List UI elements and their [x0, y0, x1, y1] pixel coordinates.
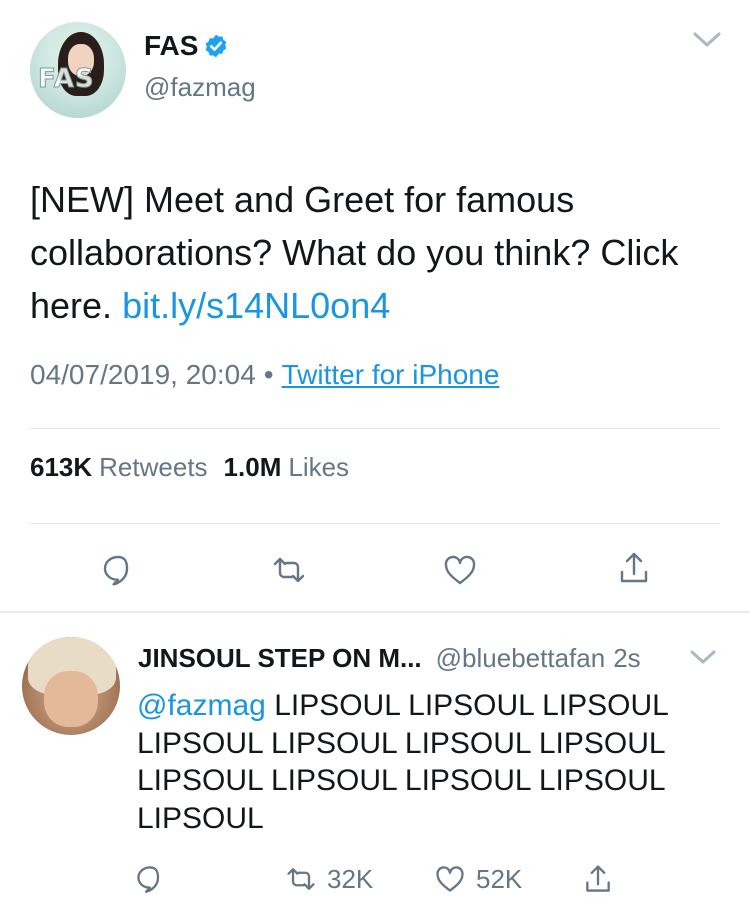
reply-header: JINSOUL STEP ON M... @bluebettafan 2s: [138, 643, 641, 674]
author-handle[interactable]: @fazmag: [144, 72, 256, 103]
reply-like-button[interactable]: 52K: [434, 863, 522, 895]
reply-icon: [137, 866, 160, 893]
reply-retweet-button[interactable]: 32K: [285, 863, 373, 895]
divider: [30, 428, 720, 429]
reply-avatar[interactable]: [22, 637, 120, 735]
main-tweet: FAS FAS @fazmag [NEW] Meet and Greet for…: [0, 0, 750, 612]
reply-text: @fazmag LIPSOUL LIPSOUL LIPSOUL LIPSOUL …: [137, 687, 727, 837]
retweet-icon: [287, 868, 315, 890]
reply-reply-button[interactable]: [134, 863, 166, 895]
reply-tweet[interactable]: JINSOUL STEP ON M... @bluebettafan 2s @f…: [0, 613, 750, 920]
reply-mention[interactable]: @fazmag: [137, 689, 266, 722]
retweet-icon[interactable]: [271, 552, 307, 588]
chevron-down-icon[interactable]: [690, 649, 716, 667]
meta-separator: •: [263, 359, 274, 390]
reply-handle[interactable]: @bluebettafan: [436, 643, 606, 674]
avatar[interactable]: FAS: [30, 22, 126, 118]
reply-icon[interactable]: [100, 552, 136, 588]
likes-label[interactable]: Likes: [288, 452, 349, 483]
tweet-timestamp: 04/07/2019, 20:04: [30, 359, 256, 390]
tweet-link[interactable]: bit.ly/s14NL0on4: [122, 285, 390, 326]
reply-retweet-count: 32K: [327, 863, 374, 894]
likes-count[interactable]: 1.0M: [224, 452, 282, 483]
share-icon: [586, 865, 610, 892]
author-name-row[interactable]: FAS: [144, 30, 229, 62]
reply-like-count: 52K: [476, 863, 523, 894]
reply-time: 2s: [613, 643, 641, 673]
retweets-label[interactable]: Retweets: [99, 452, 207, 483]
avatar-logo-text: FAS: [38, 64, 95, 95]
tweet-stats: 613K Retweets 1.0M Likes: [30, 452, 365, 483]
tweet-source-link[interactable]: Twitter for iPhone: [282, 359, 500, 391]
retweets-count[interactable]: 613K: [30, 452, 92, 483]
heart-icon: [436, 866, 464, 892]
avatar-face: [44, 671, 98, 727]
chevron-down-icon[interactable]: [693, 30, 721, 50]
verified-badge-icon: [206, 34, 227, 58]
heart-icon[interactable]: [442, 552, 478, 588]
reply-share-button[interactable]: [582, 863, 614, 895]
tweet-meta: 04/07/2019, 20:04 • Twitter for iPhone: [30, 359, 499, 391]
divider: [30, 523, 720, 524]
display-name[interactable]: FAS: [144, 30, 198, 62]
tweet-text: [NEW] Meet and Greet for famous collabor…: [30, 173, 730, 332]
reply-display-name[interactable]: JINSOUL STEP ON M...: [138, 643, 422, 674]
share-icon[interactable]: [616, 550, 652, 586]
